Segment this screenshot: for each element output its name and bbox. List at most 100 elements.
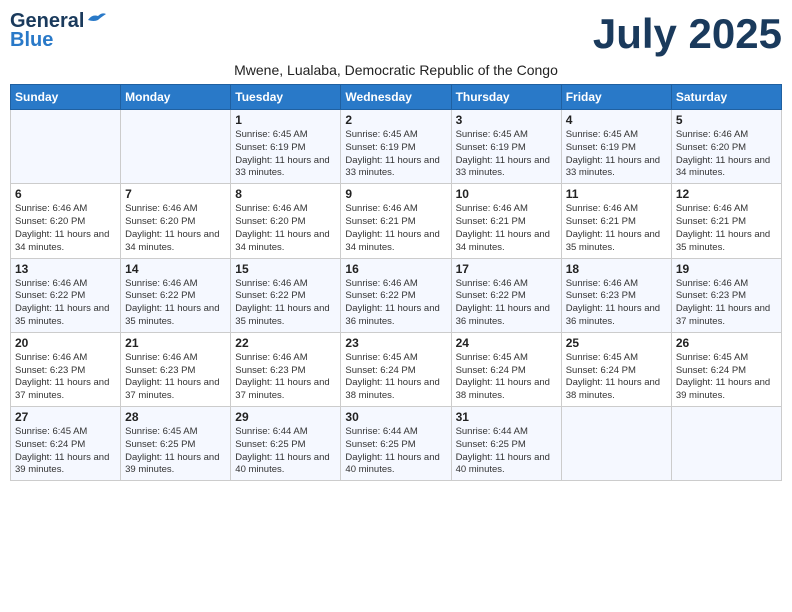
calendar-cell: 25 Sunrise: 6:45 AM Sunset: 6:24 PM Dayli… — [561, 332, 671, 406]
calendar-week-row: 13 Sunrise: 6:46 AM Sunset: 6:22 PM Dayli… — [11, 258, 782, 332]
calendar-cell: 6 Sunrise: 6:46 AM Sunset: 6:20 PM Daylig… — [11, 184, 121, 258]
calendar-cell: 7 Sunrise: 6:46 AM Sunset: 6:20 PM Daylig… — [121, 184, 231, 258]
calendar-cell: 31Sunrise: 6:44 AM Sunset: 6:25 PM Dayli… — [451, 407, 561, 481]
day-info: Sunrise: 6:46 AM Sunset: 6:23 PM Dayligh… — [566, 278, 667, 329]
day-number: 30 — [345, 410, 446, 424]
day-info: Sunrise: 6:46 AM Sunset: 6:22 PM Dayligh… — [125, 278, 226, 329]
calendar-cell: 11Sunrise: 6:46 AM Sunset: 6:21 PM Dayli… — [561, 184, 671, 258]
weekday-header-thursday: Thursday — [451, 85, 561, 110]
calendar-cell — [121, 110, 231, 184]
day-info: Sunrise: 6:44 AM Sunset: 6:25 PM Dayligh… — [345, 426, 446, 477]
day-info: Sunrise: 6:45 AM Sunset: 6:24 PM Dayligh… — [566, 352, 667, 403]
calendar-cell: 24 Sunrise: 6:45 AM Sunset: 6:24 PM Dayli… — [451, 332, 561, 406]
day-number: 19 — [676, 262, 777, 276]
weekday-header-sunday: Sunday — [11, 85, 121, 110]
day-number: 29 — [235, 410, 336, 424]
day-number: 10 — [456, 187, 557, 201]
day-number: 16 — [345, 262, 446, 276]
day-info: Sunrise: 6:46 AM Sunset: 6:20 PM Dayligh… — [676, 129, 777, 180]
day-info: Sunrise: 6:45 AM Sunset: 6:25 PM Dayligh… — [125, 426, 226, 477]
day-number: 7 — [125, 187, 226, 201]
day-info: Sunrise: 6:46 AM Sunset: 6:22 PM Dayligh… — [456, 278, 557, 329]
day-number: 14 — [125, 262, 226, 276]
day-number: 1 — [235, 113, 336, 127]
page-header: General Blue July 2025 — [10, 10, 782, 58]
day-info: Sunrise: 6:46 AM Sunset: 6:22 PM Dayligh… — [235, 278, 336, 329]
calendar-cell: 15Sunrise: 6:46 AM Sunset: 6:22 PM Dayli… — [231, 258, 341, 332]
day-number: 12 — [676, 187, 777, 201]
day-number: 2 — [345, 113, 446, 127]
day-number: 8 — [235, 187, 336, 201]
day-number: 26 — [676, 336, 777, 350]
day-info: Sunrise: 6:44 AM Sunset: 6:25 PM Dayligh… — [456, 426, 557, 477]
page-subtitle: Mwene, Lualaba, Democratic Republic of t… — [10, 62, 782, 78]
calendar-cell: 27 Sunrise: 6:45 AM Sunset: 6:24 PM Dayli… — [11, 407, 121, 481]
day-info: Sunrise: 6:45 AM Sunset: 6:24 PM Dayligh… — [15, 426, 116, 477]
weekday-header-tuesday: Tuesday — [231, 85, 341, 110]
day-info: Sunrise: 6:46 AM Sunset: 6:21 PM Dayligh… — [566, 203, 667, 254]
day-number: 23 — [345, 336, 446, 350]
day-info: Sunrise: 6:46 AM Sunset: 6:21 PM Dayligh… — [676, 203, 777, 254]
day-info: Sunrise: 6:46 AM Sunset: 6:22 PM Dayligh… — [345, 278, 446, 329]
calendar-cell: 16 Sunrise: 6:46 AM Sunset: 6:22 PM Dayli… — [341, 258, 451, 332]
day-info: Sunrise: 6:46 AM Sunset: 6:23 PM Dayligh… — [235, 352, 336, 403]
day-number: 27 — [15, 410, 116, 424]
day-info: Sunrise: 6:46 AM Sunset: 6:20 PM Dayligh… — [125, 203, 226, 254]
day-info: Sunrise: 6:45 AM Sunset: 6:19 PM Dayligh… — [566, 129, 667, 180]
weekday-header-row: SundayMondayTuesdayWednesdayThursdayFrid… — [11, 85, 782, 110]
calendar-cell: 18 Sunrise: 6:46 AM Sunset: 6:23 PM Dayli… — [561, 258, 671, 332]
calendar-cell: 2 Sunrise: 6:45 AM Sunset: 6:19 PM Daylig… — [341, 110, 451, 184]
day-info: Sunrise: 6:46 AM Sunset: 6:22 PM Dayligh… — [15, 278, 116, 329]
day-number: 24 — [456, 336, 557, 350]
calendar-cell: 9Sunrise: 6:46 AM Sunset: 6:21 PM Daylig… — [341, 184, 451, 258]
calendar-week-row: 1 Sunrise: 6:45 AM Sunset: 6:19 PM Daylig… — [11, 110, 782, 184]
day-info: Sunrise: 6:45 AM Sunset: 6:24 PM Dayligh… — [456, 352, 557, 403]
day-info: Sunrise: 6:46 AM Sunset: 6:23 PM Dayligh… — [15, 352, 116, 403]
calendar-cell: 13 Sunrise: 6:46 AM Sunset: 6:22 PM Dayli… — [11, 258, 121, 332]
calendar-cell: 30 Sunrise: 6:44 AM Sunset: 6:25 PM Dayli… — [341, 407, 451, 481]
calendar-cell — [561, 407, 671, 481]
calendar-table: SundayMondayTuesdayWednesdayThursdayFrid… — [10, 84, 782, 481]
calendar-week-row: 6 Sunrise: 6:46 AM Sunset: 6:20 PM Daylig… — [11, 184, 782, 258]
day-number: 13 — [15, 262, 116, 276]
day-info: Sunrise: 6:45 AM Sunset: 6:24 PM Dayligh… — [676, 352, 777, 403]
day-number: 25 — [566, 336, 667, 350]
day-number: 21 — [125, 336, 226, 350]
day-info: Sunrise: 6:45 AM Sunset: 6:19 PM Dayligh… — [456, 129, 557, 180]
calendar-cell: 12 Sunrise: 6:46 AM Sunset: 6:21 PM Dayli… — [671, 184, 781, 258]
calendar-cell: 19 Sunrise: 6:46 AM Sunset: 6:23 PM Dayli… — [671, 258, 781, 332]
month-title: July 2025 — [593, 10, 782, 58]
day-number: 5 — [676, 113, 777, 127]
calendar-cell: 22Sunrise: 6:46 AM Sunset: 6:23 PM Dayli… — [231, 332, 341, 406]
day-info: Sunrise: 6:44 AM Sunset: 6:25 PM Dayligh… — [235, 426, 336, 477]
calendar-cell: 4 Sunrise: 6:45 AM Sunset: 6:19 PM Daylig… — [561, 110, 671, 184]
calendar-cell: 14 Sunrise: 6:46 AM Sunset: 6:22 PM Dayli… — [121, 258, 231, 332]
day-info: Sunrise: 6:46 AM Sunset: 6:23 PM Dayligh… — [676, 278, 777, 329]
weekday-header-saturday: Saturday — [671, 85, 781, 110]
calendar-week-row: 27 Sunrise: 6:45 AM Sunset: 6:24 PM Dayli… — [11, 407, 782, 481]
day-number: 3 — [456, 113, 557, 127]
calendar-cell: 21 Sunrise: 6:46 AM Sunset: 6:23 PM Dayli… — [121, 332, 231, 406]
calendar-cell — [11, 110, 121, 184]
calendar-cell: 17Sunrise: 6:46 AM Sunset: 6:22 PM Dayli… — [451, 258, 561, 332]
day-number: 9 — [345, 187, 446, 201]
day-number: 18 — [566, 262, 667, 276]
day-info: Sunrise: 6:45 AM Sunset: 6:24 PM Dayligh… — [345, 352, 446, 403]
day-info: Sunrise: 6:46 AM Sunset: 6:20 PM Dayligh… — [15, 203, 116, 254]
day-info: Sunrise: 6:46 AM Sunset: 6:23 PM Dayligh… — [125, 352, 226, 403]
calendar-cell: 23 Sunrise: 6:45 AM Sunset: 6:24 PM Dayli… — [341, 332, 451, 406]
day-number: 4 — [566, 113, 667, 127]
calendar-week-row: 20 Sunrise: 6:46 AM Sunset: 6:23 PM Dayli… — [11, 332, 782, 406]
calendar-cell — [671, 407, 781, 481]
day-info: Sunrise: 6:46 AM Sunset: 6:21 PM Dayligh… — [456, 203, 557, 254]
calendar-cell: 8 Sunrise: 6:46 AM Sunset: 6:20 PM Daylig… — [231, 184, 341, 258]
day-info: Sunrise: 6:45 AM Sunset: 6:19 PM Dayligh… — [345, 129, 446, 180]
calendar-cell: 5 Sunrise: 6:46 AM Sunset: 6:20 PM Daylig… — [671, 110, 781, 184]
calendar-cell: 10 Sunrise: 6:46 AM Sunset: 6:21 PM Dayli… — [451, 184, 561, 258]
weekday-header-friday: Friday — [561, 85, 671, 110]
day-info: Sunrise: 6:46 AM Sunset: 6:20 PM Dayligh… — [235, 203, 336, 254]
day-number: 6 — [15, 187, 116, 201]
weekday-header-monday: Monday — [121, 85, 231, 110]
day-number: 20 — [15, 336, 116, 350]
day-info: Sunrise: 6:45 AM Sunset: 6:19 PM Dayligh… — [235, 129, 336, 180]
